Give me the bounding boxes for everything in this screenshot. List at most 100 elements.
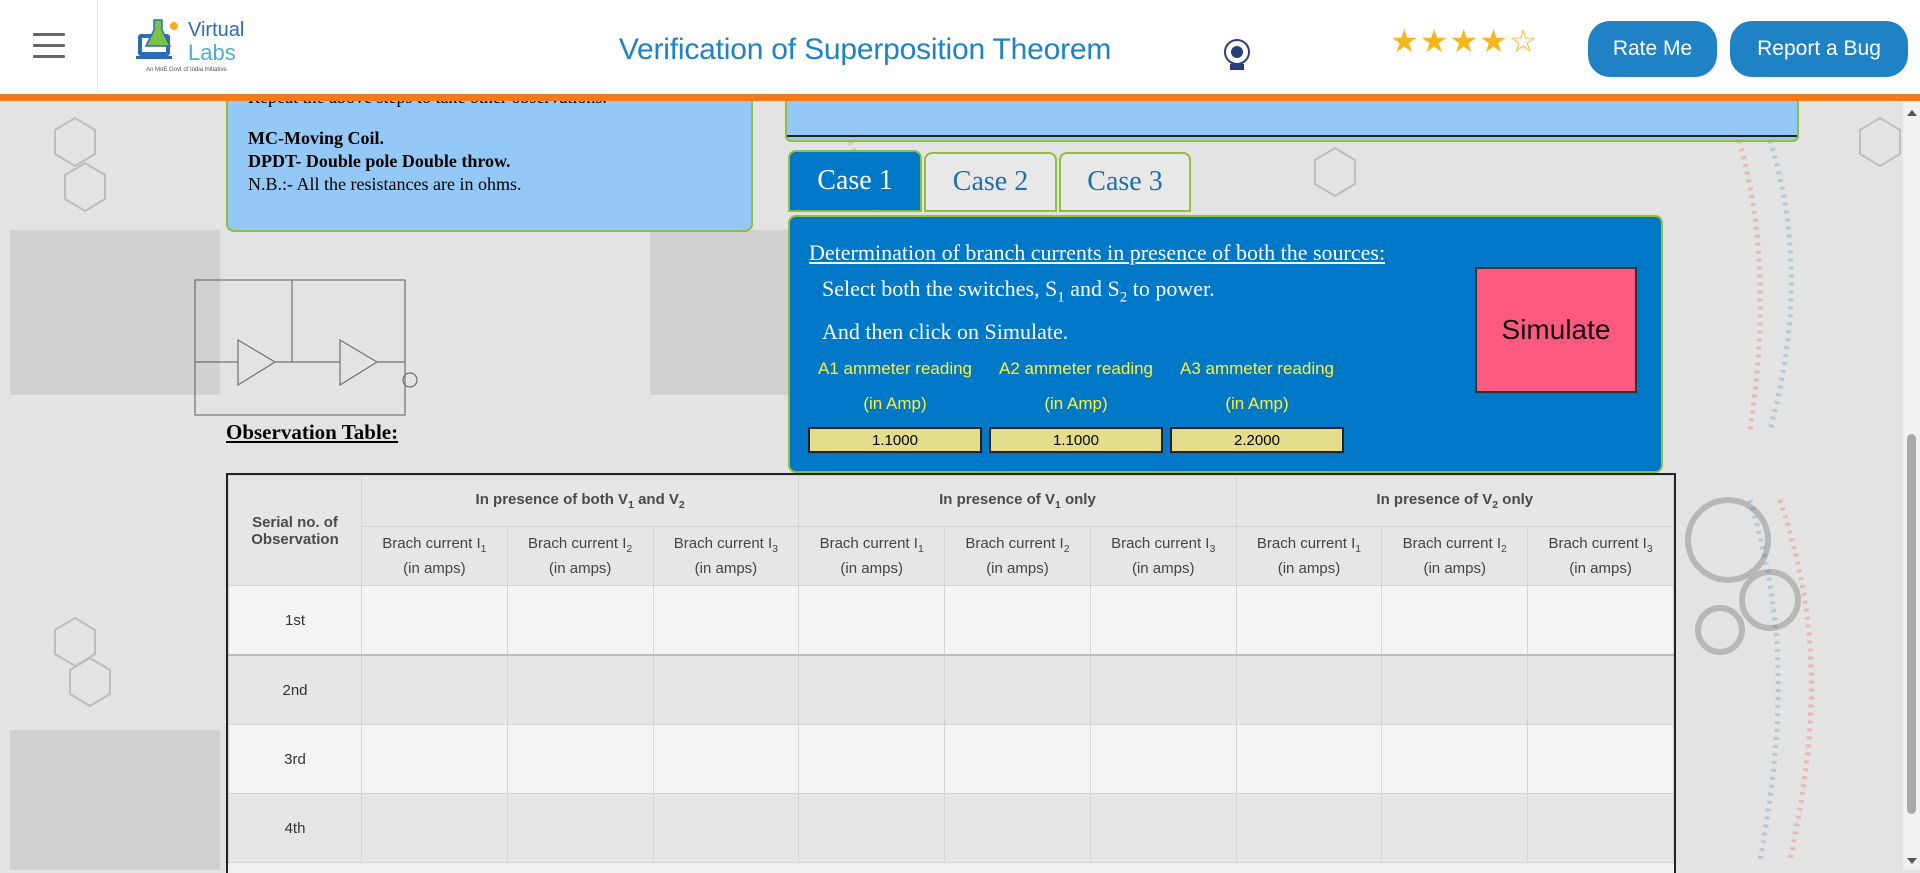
- reading-cell: [944, 793, 1091, 863]
- reading-cell: [1527, 724, 1674, 794]
- column-header-branch-current: Brach current I3 (in amps): [1089, 526, 1237, 586]
- column-header-branch-current: Brach current I1 (in amps): [798, 526, 946, 586]
- reading-cell: [1089, 793, 1237, 863]
- sim-heading: Determination of branch currents in pres…: [809, 240, 1386, 265]
- reading-cell: [652, 793, 800, 863]
- table-row: 4th: [228, 793, 1674, 863]
- reading-cell: [798, 793, 946, 863]
- sim-instruction-simulate: And then click on Simulate.: [822, 319, 1069, 344]
- ammeter-a3-unit: (in Amp): [1225, 394, 1289, 413]
- column-header-branch-current: Brach current I1 (in amps): [1235, 526, 1383, 586]
- column-header-branch-current: Brach current I2 (in amps): [506, 526, 654, 586]
- table-row: 2nd: [228, 654, 1674, 725]
- reading-cell: [1235, 654, 1383, 725]
- reading-cell: [652, 724, 800, 794]
- ammeter-a3-label: A3 ammeter reading: [1179, 359, 1335, 378]
- logo-text-primary: Virtual: [188, 19, 245, 41]
- simulation-panel: Determination of branch currents in pres…: [788, 215, 1663, 473]
- rate-me-button[interactable]: Rate Me: [1588, 21, 1717, 77]
- table-row: 3rd: [228, 724, 1674, 794]
- reading-cell: [944, 654, 1091, 725]
- reading-cell: [1381, 585, 1529, 656]
- scrollbar-thumb[interactable]: [1907, 434, 1916, 814]
- scroll-down-arrow-icon[interactable]: [1907, 858, 1917, 864]
- serial-cell: 1st: [228, 585, 362, 656]
- instructions-panel: Repeat the above steps to take other obs…: [226, 92, 753, 232]
- reading-cell: [361, 724, 508, 794]
- reading-cell: [944, 585, 1091, 656]
- reading-cell: [361, 793, 508, 863]
- ammeter-a1-unit: (in Amp): [863, 394, 927, 413]
- group-header-v2: In presence of V2 only: [1235, 475, 1674, 527]
- serial-cell: 2nd: [228, 654, 362, 725]
- filled-stars-icon[interactable]: ★★★★: [1390, 23, 1509, 59]
- page-title: Verification of Superposition Theorem: [618, 33, 1112, 66]
- reading-cell: [652, 585, 800, 656]
- reading-cell: [1527, 585, 1674, 656]
- ammeter-a2-value: 1.1000: [989, 427, 1163, 453]
- reading-cell: [361, 654, 508, 725]
- page-scrollbar[interactable]: [1903, 101, 1920, 870]
- column-header-branch-current: Brach current I3 (in amps): [1527, 526, 1674, 586]
- simulate-button[interactable]: Simulate: [1475, 267, 1637, 393]
- observation-table-title: Observation Table:: [226, 420, 399, 444]
- ammeter-a1-label: A1 ammeter reading: [817, 359, 973, 378]
- tab-case-1[interactable]: Case 1: [788, 150, 922, 212]
- rating-stars[interactable]: ★★★★☆: [1390, 22, 1538, 60]
- reading-cell: [1381, 724, 1529, 794]
- reading-cell: [1235, 585, 1383, 656]
- column-header-branch-current: Brach current I3 (in amps): [652, 526, 800, 586]
- ammeter-a3: A3 ammeter reading (in Amp): [1170, 357, 1344, 416]
- table-row: 1st: [228, 585, 1674, 656]
- reading-cell: [1235, 724, 1383, 794]
- scroll-up-arrow-icon[interactable]: [1907, 110, 1917, 116]
- reading-cell: [1381, 793, 1529, 863]
- serial-header: Serial no. of Observation: [228, 475, 362, 586]
- reading-cell: [1381, 654, 1529, 725]
- reading-cell: [798, 654, 946, 725]
- group-header-both: In presence of both V1 and V2: [360, 475, 800, 527]
- column-header-branch-current: Brach current I2 (in amps): [944, 526, 1091, 586]
- logo-text-secondary: Labs: [188, 40, 236, 65]
- column-header-branch-current: Brach current I1 (in amps): [361, 526, 508, 586]
- logo-tagline: An MoE Govt of India Initiative: [146, 67, 227, 73]
- reading-cell: [1235, 793, 1383, 863]
- reading-cell: [1527, 793, 1674, 863]
- dpdt-definition: DPDT- Double pole Double throw.: [248, 151, 511, 171]
- ammeter-a2-label: A2 ammeter reading: [998, 359, 1154, 378]
- empty-star-icon[interactable]: ☆: [1509, 23, 1539, 59]
- report-bug-button[interactable]: Report a Bug: [1730, 21, 1908, 77]
- hamburger-menu-icon[interactable]: [0, 0, 98, 91]
- reading-cell: [1527, 654, 1674, 725]
- reading-cell: [506, 724, 654, 794]
- serial-cell: 4th: [228, 793, 362, 863]
- reading-cell: [506, 585, 654, 656]
- observation-table: Serial no. of Observation In presence of…: [226, 473, 1676, 873]
- upper-panel-bottom: [785, 94, 1799, 142]
- virtual-labs-logo[interactable]: Virtual Labs An MoE Govt of India Initia…: [136, 14, 256, 78]
- nb-note: N.B.:- All the resistances are in ohms.: [248, 174, 522, 194]
- serial-cell: 3rd: [228, 724, 362, 794]
- tab-case-3[interactable]: Case 3: [1059, 152, 1191, 212]
- reading-cell: [652, 654, 800, 725]
- group-header-v1: In presence of V1 only: [798, 475, 1237, 527]
- reading-cell: [506, 793, 654, 863]
- reading-cell: [798, 585, 946, 656]
- mc-definition: MC-Moving Coil.: [248, 128, 384, 148]
- column-header-branch-current: Brach current I2 (in amps): [1381, 526, 1529, 586]
- reading-cell: [506, 654, 654, 725]
- ammeter-a1-value: 1.1000: [808, 427, 982, 453]
- reading-cell: [1089, 724, 1237, 794]
- reading-cell: [1089, 654, 1237, 725]
- institute-emblem-icon: [1224, 39, 1250, 70]
- sim-instruction-switches: Select both the switches, S1 and S2 to p…: [822, 276, 1215, 306]
- reading-cell: [1089, 585, 1237, 656]
- ammeter-a1: A1 ammeter reading (in Amp): [808, 357, 982, 416]
- ammeter-a2: A2 ammeter reading (in Amp): [989, 357, 1163, 416]
- ammeter-a3-value: 2.2000: [1170, 427, 1344, 453]
- ammeter-a2-unit: (in Amp): [1044, 394, 1108, 413]
- tab-case-2[interactable]: Case 2: [924, 152, 1057, 212]
- reading-cell: [361, 585, 508, 656]
- reading-cell: [798, 724, 946, 794]
- reading-cell: [944, 724, 1091, 794]
